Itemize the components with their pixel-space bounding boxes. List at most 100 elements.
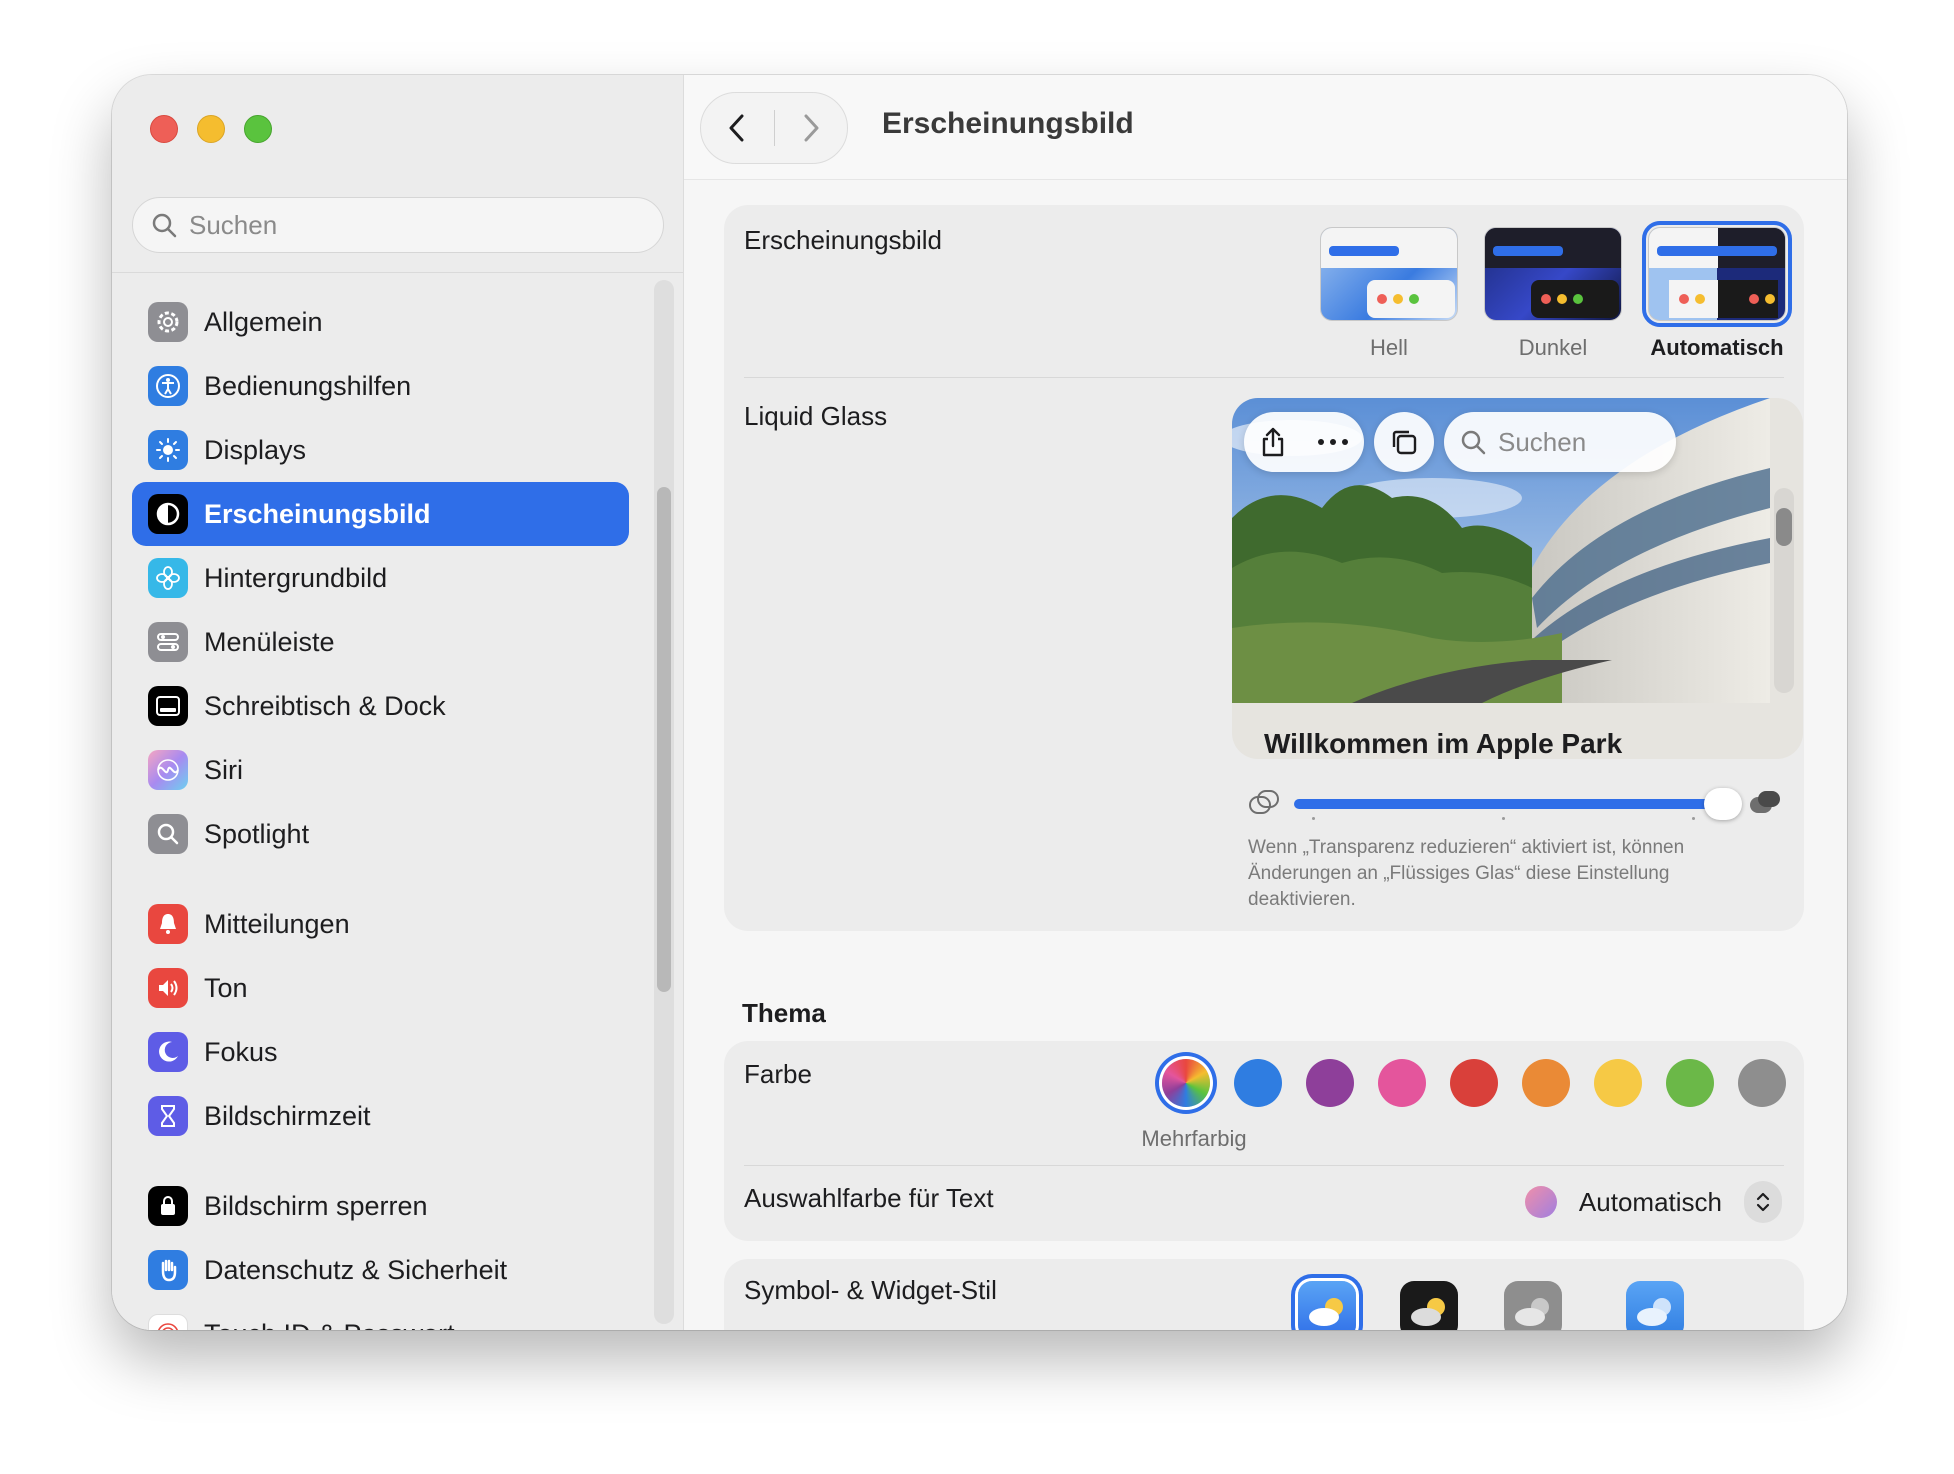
sidebar-item-label: Hintergrundbild xyxy=(204,562,388,593)
sidebar-item-fokus[interactable]: Fokus xyxy=(132,1020,629,1084)
appearance-option-label: Automatisch xyxy=(1650,335,1784,360)
auto-thumbnail xyxy=(1642,221,1792,327)
liquid-glass-slider[interactable] xyxy=(1248,785,1788,825)
color-graphite[interactable] xyxy=(1738,1059,1786,1107)
sidebar-item-ton[interactable]: Ton xyxy=(132,956,629,1020)
color-multicolor[interactable] xyxy=(1162,1059,1210,1107)
sidebar-item-label: Bildschirm sperren xyxy=(204,1190,428,1221)
menubar-icon xyxy=(148,622,188,662)
flower-icon xyxy=(148,558,188,598)
widget-style-dark[interactable] xyxy=(1400,1281,1458,1330)
widget-style-card: Symbol- & Widget-Stil xyxy=(724,1259,1804,1330)
sidebar-search-input[interactable]: Suchen xyxy=(132,197,664,253)
sidebar-item-label: Menüleiste xyxy=(204,626,335,657)
sidebar-item-mitteilungen[interactable]: Mitteilungen xyxy=(132,892,629,956)
widget-style-default[interactable] xyxy=(1298,1281,1356,1330)
share-more-group xyxy=(1244,412,1364,472)
slider-track[interactable] xyxy=(1294,799,1724,809)
hand-icon xyxy=(148,1250,188,1290)
sidebar-item-displays[interactable]: Displays xyxy=(132,418,629,482)
settings-window: Suchen Allgemein Bedienungshilfen Displa… xyxy=(112,75,1847,1330)
chevron-left-icon xyxy=(729,114,744,142)
share-icon[interactable] xyxy=(1259,426,1287,458)
sidebar-item-label: Spotlight xyxy=(204,818,310,849)
sidebar-scrollbar-thumb[interactable] xyxy=(657,487,671,992)
preview-scrollbar-thumb xyxy=(1776,508,1792,546)
lock-icon xyxy=(148,1186,188,1226)
toolbar: Erscheinungsbild xyxy=(684,75,1847,180)
color-pink[interactable] xyxy=(1378,1059,1426,1107)
slider-tick xyxy=(1692,817,1695,820)
color-orange[interactable] xyxy=(1522,1059,1570,1107)
clear-glass-icon xyxy=(1249,790,1279,814)
nav-buttons xyxy=(700,92,848,164)
slider-knob[interactable] xyxy=(1704,788,1742,820)
weather-icon xyxy=(1637,1298,1671,1326)
chevron-updown-icon[interactable] xyxy=(1744,1181,1782,1223)
sidebar-item-spotlight[interactable]: Spotlight xyxy=(132,802,629,866)
page-title: Erscheinungsbild xyxy=(882,107,1134,140)
widget-style-clear[interactable] xyxy=(1504,1281,1562,1330)
appearance-option-label: Hell xyxy=(1370,335,1408,360)
sidebar-item-bildschirmzeit[interactable]: Bildschirmzeit xyxy=(132,1084,629,1148)
sidebar-item-bildschirm-sperren[interactable]: Bildschirm sperren xyxy=(132,1174,629,1238)
appearance-label: Erscheinungsbild xyxy=(744,225,943,255)
sidebar-item-allgemein[interactable]: Allgemein xyxy=(132,290,629,354)
sidebar-item-siri[interactable]: Siri xyxy=(132,738,629,802)
color-purple[interactable] xyxy=(1306,1059,1354,1107)
color-red[interactable] xyxy=(1450,1059,1498,1107)
widget-style-tinted[interactable] xyxy=(1626,1281,1684,1330)
more-icon[interactable] xyxy=(1317,438,1349,446)
minimize-button[interactable] xyxy=(197,115,225,143)
sidebar-item-schreibtisch-dock[interactable]: Schreibtisch & Dock xyxy=(132,674,629,738)
sidebar-item-label: Schreibtisch & Dock xyxy=(204,690,446,721)
back-button[interactable] xyxy=(701,92,774,164)
highlight-swatch xyxy=(1524,1186,1557,1218)
color-label: Farbe xyxy=(744,1059,812,1089)
sidebar-item-label: Bildschirmzeit xyxy=(204,1100,371,1131)
theme-card: Farbe Mehrfarbig Auswahlfarbe für Text A… xyxy=(724,1041,1804,1241)
zoom-button[interactable] xyxy=(244,115,272,143)
sun-icon xyxy=(148,430,188,470)
sidebar-item-label: Siri xyxy=(204,754,243,785)
chevron-right-icon xyxy=(804,114,819,142)
preview-search-placeholder: Suchen xyxy=(1498,426,1587,457)
close-button[interactable] xyxy=(150,115,178,143)
speaker-icon xyxy=(148,968,188,1008)
settings-content: Erscheinungsbild Hell Dunkel Automatisch… xyxy=(724,205,1804,1330)
appearance-option-dark[interactable]: Dunkel xyxy=(1484,227,1622,361)
tabs-button[interactable] xyxy=(1374,412,1434,472)
sidebar-item-label: Touch ID & Passwort xyxy=(204,1319,455,1331)
sidebar-item-label: Displays xyxy=(204,434,307,465)
tinted-glass-icon xyxy=(1750,791,1780,813)
fingerprint-icon xyxy=(148,1314,188,1330)
appearance-icon xyxy=(148,494,188,534)
sidebar-nav: Allgemein Bedienungshilfen Displays Ersc… xyxy=(132,290,629,1330)
tabs-icon xyxy=(1392,430,1417,455)
selected-color-name: Mehrfarbig xyxy=(1141,1126,1247,1151)
forward-button[interactable] xyxy=(775,92,848,164)
appearance-option-light[interactable]: Hell xyxy=(1320,227,1458,361)
highlight-color-select[interactable]: Automatisch xyxy=(1524,1181,1782,1223)
weather-icon xyxy=(1411,1298,1445,1326)
sidebar-item-bedienungshilfen[interactable]: Bedienungshilfen xyxy=(132,354,629,418)
sidebar-item-hintergrundbild[interactable]: Hintergrundbild xyxy=(132,546,629,610)
preview-search-field[interactable]: Suchen xyxy=(1444,412,1676,472)
color-blue[interactable] xyxy=(1234,1059,1282,1107)
sidebar: Suchen Allgemein Bedienungshilfen Displa… xyxy=(112,75,684,1330)
liquid-glass-preview: Suchen Willkommen im Apple Park xyxy=(1232,398,1803,759)
sidebar-item-label: Bedienungshilfen xyxy=(204,370,412,401)
sidebar-item-erscheinungsbild[interactable]: Erscheinungsbild xyxy=(132,482,629,546)
search-icon xyxy=(152,213,177,238)
hourglass-icon xyxy=(148,1096,188,1136)
color-green[interactable] xyxy=(1666,1059,1714,1107)
color-yellow[interactable] xyxy=(1594,1059,1642,1107)
sidebar-item-label: Mitteilungen xyxy=(204,908,350,939)
appearance-option-auto[interactable]: Automatisch xyxy=(1642,221,1792,361)
highlight-color-value: Automatisch xyxy=(1578,1186,1722,1217)
sidebar-item-menueleiste[interactable]: Menüleiste xyxy=(132,610,629,674)
sidebar-item-touch-id[interactable]: Touch ID & Passwort xyxy=(132,1302,629,1330)
sidebar-item-datenschutz[interactable]: Datenschutz & Sicherheit xyxy=(132,1238,629,1302)
